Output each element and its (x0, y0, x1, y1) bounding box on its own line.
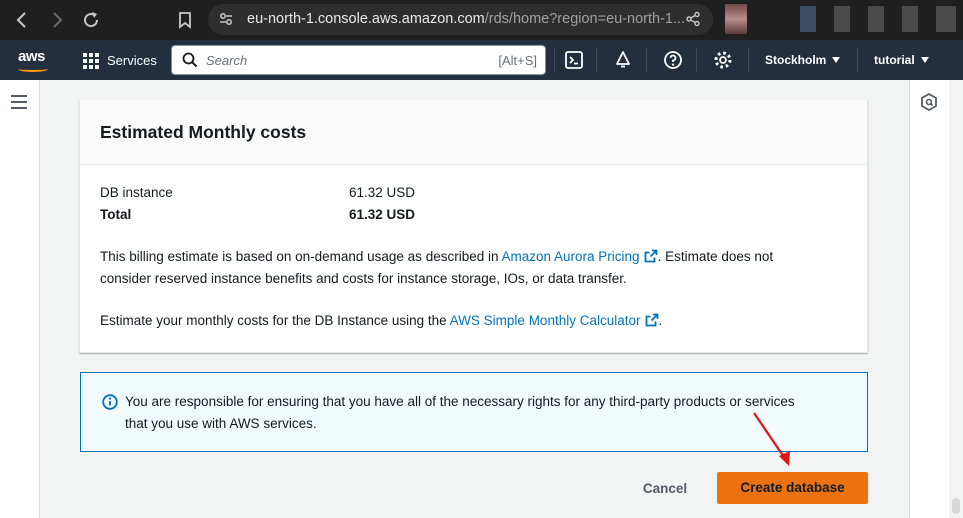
region-selector[interactable]: Stockholm (765, 52, 841, 68)
cloudshell-icon[interactable] (564, 50, 584, 70)
info-icon (102, 394, 118, 410)
services-label: Services (107, 53, 157, 68)
bookmark-icon[interactable] (173, 8, 197, 32)
cancel-button[interactable]: Cancel (628, 477, 702, 501)
settings-icon[interactable] (713, 50, 733, 70)
browser-toolbar: eu-north-1.console.aws.amazon.com/rds/ho… (0, 0, 963, 40)
back-icon[interactable] (10, 8, 34, 32)
cost-row-label: DB instance (100, 185, 173, 200)
help-icon[interactable] (663, 50, 683, 70)
forward-icon[interactable] (45, 8, 69, 32)
site-settings-icon[interactable] (218, 11, 234, 27)
aurora-pricing-link[interactable]: Amazon Aurora Pricing (502, 249, 658, 264)
chevron-down-icon (832, 56, 841, 63)
search-icon (182, 52, 198, 68)
total-value: 61.32 USD (349, 207, 416, 222)
aws-top-navigation: aws Services Search [Alt+S] Stockholm tu… (0, 40, 963, 80)
search-shortcut: [Alt+S] (498, 53, 537, 68)
extension-icon[interactable] (936, 6, 956, 32)
alert-message: You are responsible for ensuring that yo… (125, 394, 795, 431)
extension-icon[interactable] (868, 6, 884, 32)
reload-icon[interactable] (79, 8, 103, 32)
calculator-text: Estimate your monthly costs for the DB I… (100, 313, 663, 328)
panel-header: Estimated Monthly costs (80, 100, 867, 165)
billing-estimate-text: This billing estimate is based on on-dem… (100, 249, 774, 286)
scrollbar-thumb[interactable] (952, 498, 960, 514)
notifications-icon[interactable] (613, 50, 633, 70)
search-input[interactable]: Search [Alt+S] (171, 45, 546, 75)
left-navigation-rail (0, 80, 40, 518)
create-database-button[interactable]: Create database (717, 472, 868, 504)
profile-avatar[interactable] (725, 4, 747, 34)
extension-icon[interactable] (902, 6, 918, 32)
info-panel-icon[interactable] (921, 93, 937, 111)
share-icon[interactable] (685, 11, 701, 27)
cost-row-value: 61.32 USD (349, 185, 416, 200)
services-grid-icon (83, 52, 99, 69)
services-menu-button[interactable]: Services (83, 52, 157, 70)
aws-logo[interactable]: aws (17, 48, 51, 73)
total-label: Total (100, 207, 132, 222)
external-link-icon (645, 313, 658, 327)
menu-icon[interactable] (11, 95, 27, 109)
search-placeholder: Search (206, 53, 248, 68)
monthly-calculator-link[interactable]: AWS Simple Monthly Calculator (450, 313, 659, 328)
account-menu[interactable]: tutorial (874, 52, 929, 68)
external-link-icon (644, 249, 657, 263)
address-bar[interactable]: eu-north-1.console.aws.amazon.com/rds/ho… (208, 4, 713, 35)
annotation-arrow-icon (753, 412, 790, 466)
extension-icon[interactable] (834, 6, 850, 32)
scrollbar[interactable] (949, 80, 963, 518)
extension-icon[interactable] (800, 6, 816, 32)
panel-title: Estimated Monthly costs (100, 122, 307, 142)
chevron-down-icon (920, 56, 929, 63)
url-text: eu-north-1.console.aws.amazon.com/rds/ho… (247, 11, 686, 27)
right-tools-rail (909, 80, 949, 518)
estimated-costs-panel: Estimated Monthly costs DB instance 61.3… (79, 100, 868, 353)
